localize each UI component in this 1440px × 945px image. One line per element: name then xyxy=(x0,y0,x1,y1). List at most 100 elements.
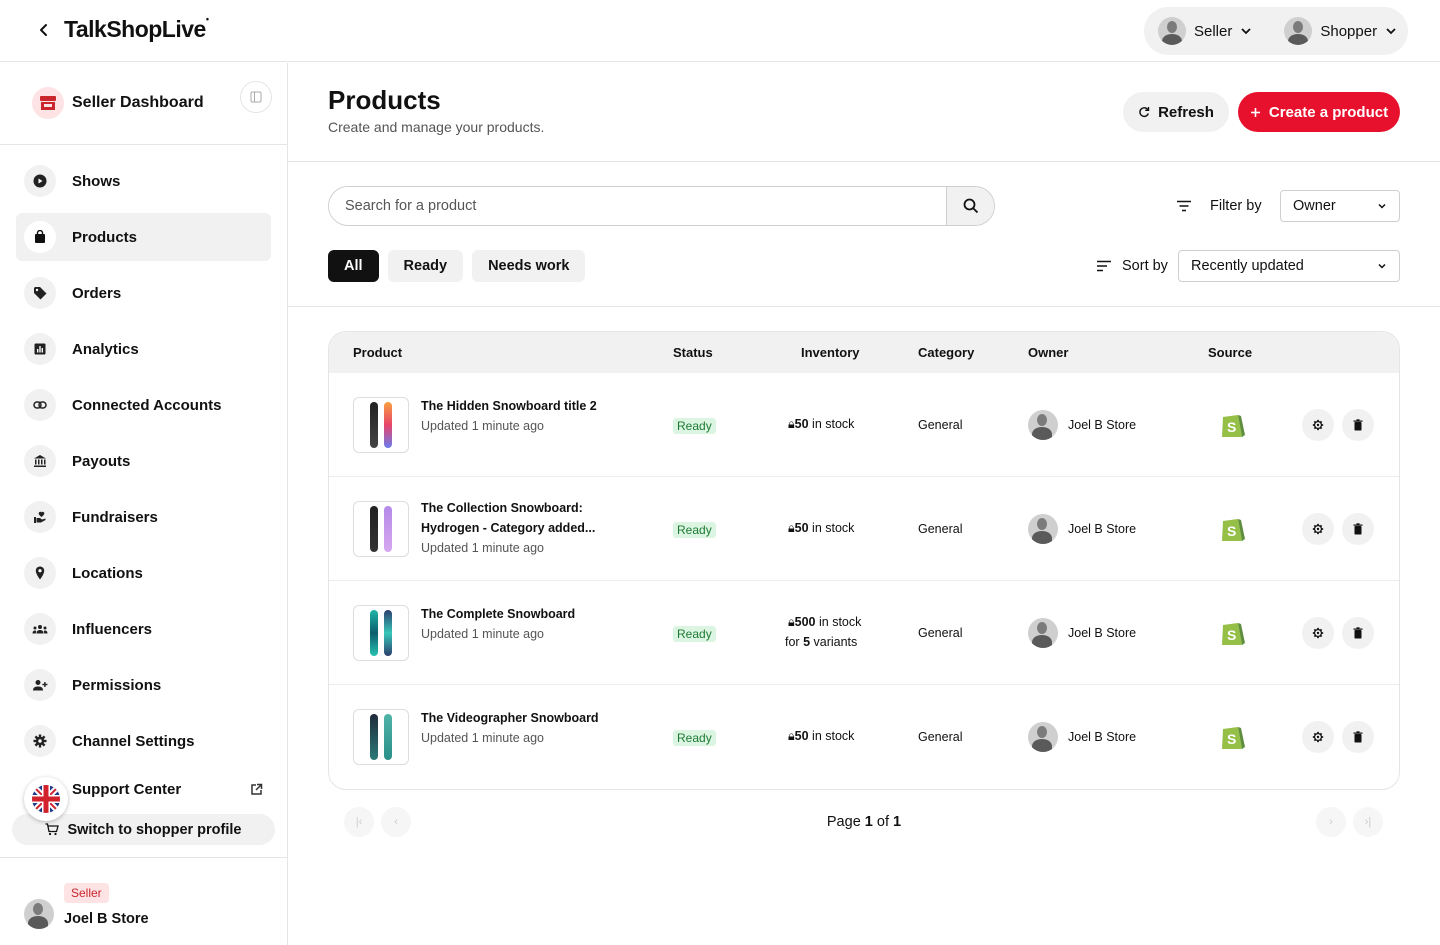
heart-hand-icon xyxy=(24,501,56,533)
sidebar-item-influencers[interactable]: Influencers xyxy=(16,605,271,653)
collapse-sidebar-icon[interactable] xyxy=(240,81,272,113)
page-title: Products xyxy=(328,85,441,115)
sidebar-item-channel-settings[interactable]: Channel Settings xyxy=(16,717,271,765)
delete-trash-icon[interactable] xyxy=(1342,409,1374,441)
product-updated: Updated 1 minute ago xyxy=(421,627,545,641)
sidebar-item-payouts[interactable]: Payouts xyxy=(16,437,271,485)
chevron-down-icon xyxy=(1386,28,1396,35)
avatar xyxy=(1028,618,1058,648)
owner: Joel B Store xyxy=(1028,410,1136,440)
delete-trash-icon[interactable] xyxy=(1342,513,1374,545)
next-page-icon[interactable]: › xyxy=(1316,807,1346,837)
sidebar-item-label: Channel Settings xyxy=(72,732,195,750)
sidebar-item-orders[interactable]: Orders xyxy=(16,269,271,317)
create-product-button[interactable]: Create a product xyxy=(1238,92,1400,132)
column-header-inventory[interactable]: Inventory xyxy=(801,345,860,360)
sidebar-item-analytics[interactable]: Analytics xyxy=(16,325,271,373)
sidebar-item-label: Permissions xyxy=(72,676,162,694)
status-badge: Ready xyxy=(673,418,716,434)
sort-icon xyxy=(1097,260,1111,272)
sidebar-item-locations[interactable]: Locations xyxy=(16,549,271,597)
page-current: 1 xyxy=(864,814,873,830)
stock-suffix: in stock xyxy=(808,417,855,431)
column-header-category[interactable]: Category xyxy=(918,345,974,360)
stock-count: 50 xyxy=(794,521,809,535)
sidebar-item-connected-accounts[interactable]: Connected Accounts xyxy=(16,381,271,429)
settings-gear-icon[interactable] xyxy=(1302,513,1334,545)
delete-trash-icon[interactable] xyxy=(1342,721,1374,753)
sidebar: Seller Dashboard Shows Products Orders A… xyxy=(0,63,288,945)
product-name[interactable]: The Collection Snowboard: Hydrogen - Cate… xyxy=(421,498,611,538)
svg-text:S: S xyxy=(1227,523,1236,539)
product-name[interactable]: The Videographer Snowboard xyxy=(421,708,611,728)
table-row[interactable]: The Videographer Snowboard Updated 1 min… xyxy=(329,685,1399,789)
delete-trash-icon[interactable] xyxy=(1342,617,1374,649)
product-updated: Updated 1 minute ago xyxy=(421,419,545,433)
app-title: TalkShopLive xyxy=(64,16,206,42)
variants-prefix: for xyxy=(785,635,804,649)
sidebar-item-label: Support Center xyxy=(72,781,182,798)
back-arrow-icon[interactable] xyxy=(34,20,54,40)
tab-all[interactable]: All xyxy=(328,250,379,282)
sidebar-header: Seller Dashboard xyxy=(0,63,287,145)
table-row[interactable]: The Complete Snowboard Updated 1 minute … xyxy=(329,581,1399,685)
last-page-icon[interactable]: ›| xyxy=(1353,807,1383,837)
product-name[interactable]: The Complete Snowboard xyxy=(421,604,611,624)
search-icon[interactable] xyxy=(946,187,994,225)
column-header-status[interactable]: Status xyxy=(673,345,713,360)
role-badge: Seller xyxy=(64,883,109,903)
variants-suffix: variants xyxy=(810,635,858,649)
tab-needs-work[interactable]: Needs work xyxy=(472,250,586,282)
language-flag-icon[interactable] xyxy=(24,777,68,821)
chevron-down-icon xyxy=(1378,263,1386,269)
owner-name: Joel B Store xyxy=(1068,626,1137,640)
settings-gear-icon[interactable] xyxy=(1302,409,1334,441)
stock-suffix: in stock xyxy=(815,615,862,629)
sidebar-item-fundraisers[interactable]: Fundraisers xyxy=(16,493,271,541)
search-bar xyxy=(328,186,995,226)
tab-ready[interactable]: Ready xyxy=(387,250,464,282)
sidebar-item-label: Orders xyxy=(72,284,122,302)
play-icon xyxy=(24,165,56,197)
column-header-owner[interactable]: Owner xyxy=(1028,345,1068,360)
bar-chart-icon xyxy=(24,333,56,365)
shopper-role-button[interactable]: Shopper xyxy=(1284,17,1397,45)
column-header-product[interactable]: Product xyxy=(353,345,402,360)
sort-select[interactable]: Recently updated xyxy=(1178,250,1400,282)
status-badge: Ready xyxy=(673,522,716,538)
category: General xyxy=(918,626,963,640)
logo-mark: • xyxy=(205,14,209,24)
svg-text:S: S xyxy=(1227,419,1236,435)
product-thumbnail xyxy=(353,709,409,765)
product-updated: Updated 1 minute ago xyxy=(421,731,545,745)
table-row[interactable]: The Collection Snowboard: Hydrogen - Cate… xyxy=(329,477,1399,581)
category: General xyxy=(918,730,963,744)
search-input[interactable] xyxy=(329,187,946,225)
bank-icon xyxy=(24,445,56,477)
sidebar-item-permissions[interactable]: Permissions xyxy=(16,661,271,709)
table-header: Product Status Inventory Category Owner … xyxy=(329,332,1399,373)
app-logo[interactable]: TalkShopLive• xyxy=(64,14,209,43)
avatar xyxy=(1028,722,1058,752)
filter-select[interactable]: Owner xyxy=(1280,190,1400,222)
top-bar: TalkShopLive• Seller Shopper xyxy=(0,0,1440,62)
stock-count: 50 xyxy=(794,729,809,743)
group-icon xyxy=(24,613,56,645)
inventory: 🔒︎50 in stock xyxy=(788,414,854,434)
seller-role-button[interactable]: Seller xyxy=(1158,17,1252,45)
sidebar-item-shows[interactable]: Shows xyxy=(16,157,271,205)
settings-gear-icon[interactable] xyxy=(1302,617,1334,649)
refresh-button[interactable]: Refresh xyxy=(1123,92,1229,132)
sidebar-item-products[interactable]: Products xyxy=(16,213,271,261)
main-content: Products Create and manage your products… xyxy=(288,63,1440,945)
column-header-source[interactable]: Source xyxy=(1208,345,1252,360)
product-thumbnail xyxy=(353,501,409,557)
settings-gear-icon[interactable] xyxy=(1302,721,1334,753)
lock-icon: 🔒︎ xyxy=(788,417,795,431)
shopify-icon: S xyxy=(1219,411,1245,442)
stock-count: 500 xyxy=(794,615,816,629)
page-prefix: Page xyxy=(826,814,865,830)
table-row[interactable]: The Hidden Snowboard title 2 Updated 1 m… xyxy=(329,373,1399,477)
svg-text:S: S xyxy=(1227,627,1236,643)
product-name[interactable]: The Hidden Snowboard title 2 xyxy=(421,396,611,416)
